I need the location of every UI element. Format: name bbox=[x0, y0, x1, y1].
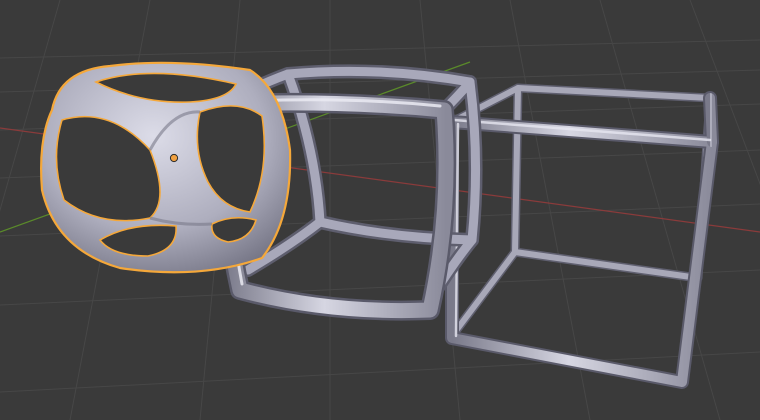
object-origin-dot bbox=[169, 153, 179, 163]
3d-viewport[interactable] bbox=[0, 0, 760, 420]
subsurf-sphere-cube[interactable] bbox=[40, 61, 292, 274]
thin-wireframe-cube[interactable] bbox=[445, 83, 719, 389]
